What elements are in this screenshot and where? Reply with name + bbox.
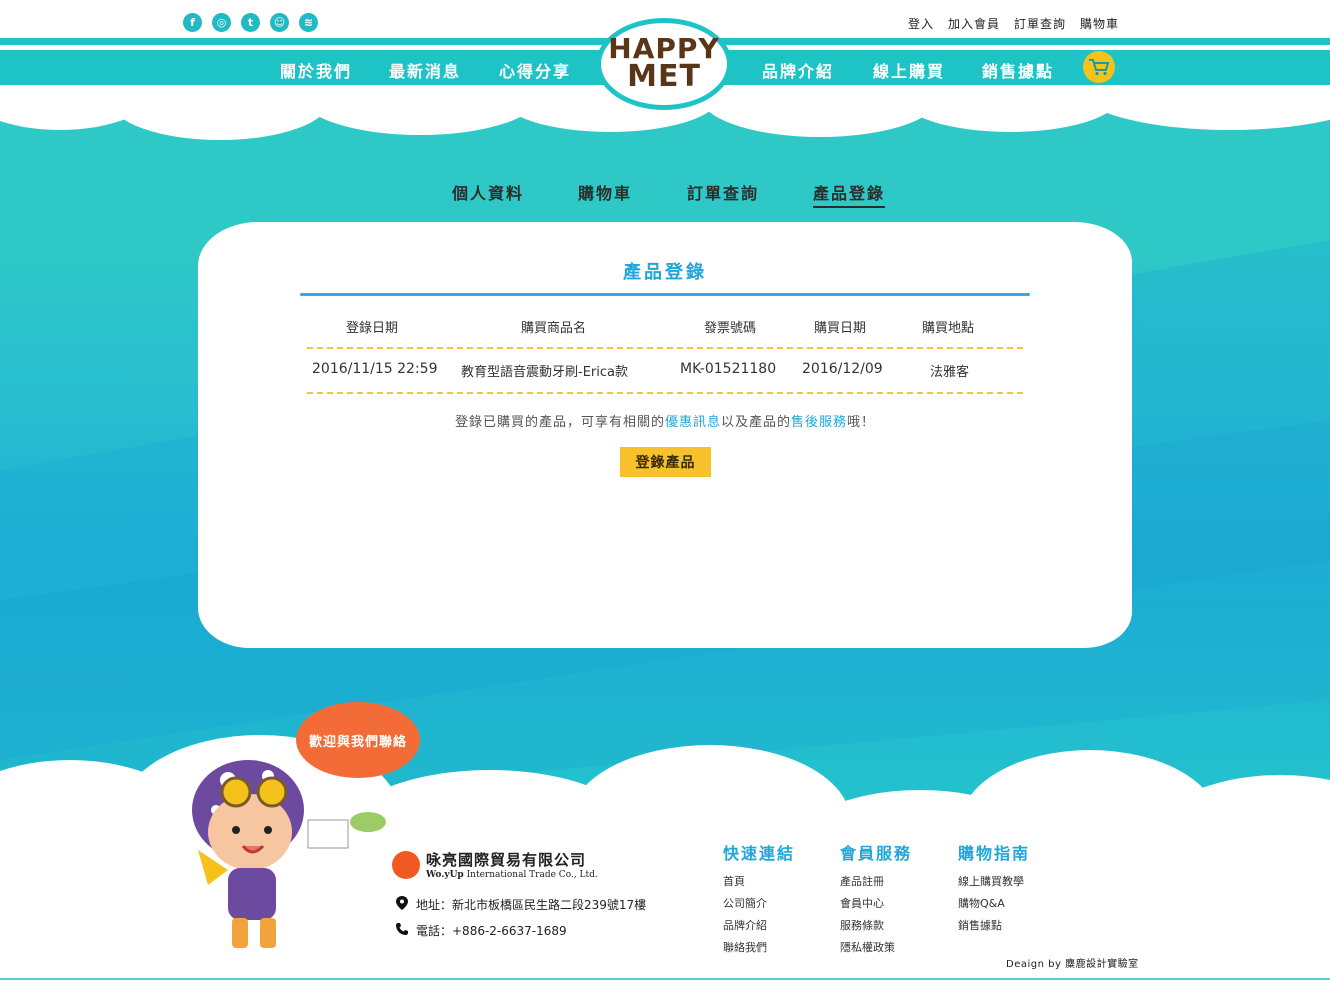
footer-member-title: 會員服務: [840, 844, 913, 863]
phone-text: 電話：+886-2-6637-1689: [416, 924, 567, 938]
cell-purchase-date: 2016/12/09: [802, 361, 883, 377]
footer-link-privacy[interactable]: 隱私權政策: [840, 939, 895, 955]
tab-cart[interactable]: 購物車: [578, 180, 632, 204]
facebook-icon[interactable]: f: [183, 13, 202, 32]
cart-link[interactable]: 購物車: [1080, 15, 1119, 32]
shopping-cart-icon[interactable]: [1083, 51, 1115, 83]
nav-about[interactable]: 關於我們: [280, 58, 352, 82]
cell-register-date: 2016/11/15 22:59: [312, 361, 438, 377]
table-divider-top: [307, 347, 1023, 349]
offers-link[interactable]: 優惠訊息: [665, 415, 721, 430]
note-text-1: 登錄已購買的產品，可享有相關的: [454, 415, 665, 430]
footer-shopping-guide-title: 購物指南: [958, 844, 1031, 863]
footer-link-faq[interactable]: 購物Q&A: [958, 895, 1005, 911]
footer-link-buy-tutorial[interactable]: 線上購買教學: [958, 873, 1024, 889]
registration-note: 登錄已購買的產品，可享有相關的優惠訊息以及產品的售後服務哦！: [0, 411, 1330, 430]
company-logo: 咏亮國際貿易有限公司 Wo.yUp International Trade Co…: [392, 849, 598, 880]
logo-text-bottom: MET: [627, 59, 701, 95]
footer-quick-links-title: 快速連結: [723, 844, 796, 863]
footer-link-member-center[interactable]: 會員中心: [840, 895, 884, 911]
footer-link-home[interactable]: 首頁: [723, 873, 745, 889]
contact-bubble[interactable]: 歡迎與我們聯絡: [296, 702, 420, 778]
after-sales-link[interactable]: 售後服務: [791, 415, 847, 430]
location-pin-icon: [396, 896, 408, 913]
cell-product-name: 教育型語音震動牙刷-Erica款: [461, 365, 628, 380]
happymet-logo[interactable]: HAPPY MET: [596, 18, 732, 110]
top-links: 登入 加入會員 訂單查詢 購物車: [908, 15, 1119, 32]
note-text-2: 以及產品的: [720, 415, 791, 430]
tab-product-registration[interactable]: 產品登錄: [813, 180, 886, 208]
nav-news[interactable]: 最新消息: [389, 58, 461, 82]
spotify-icon[interactable]: ≋: [299, 13, 318, 32]
register-product-button[interactable]: 登錄產品: [620, 447, 711, 477]
snapchat-icon[interactable]: ☺: [270, 13, 289, 32]
footer-link-brand[interactable]: 品牌介紹: [723, 917, 767, 933]
title-underline: [300, 293, 1030, 296]
col-purchase-date: 購買日期: [814, 321, 867, 336]
footer-link-contact[interactable]: 聯絡我們: [723, 939, 767, 955]
col-register-date: 登錄日期: [346, 321, 399, 336]
address-text: 地址：新北市板橋區民生路二段239號17樓: [416, 898, 647, 912]
company-logo-icon: [392, 850, 420, 879]
table-divider-bottom: [307, 392, 1023, 394]
footer-link-company[interactable]: 公司簡介: [723, 895, 767, 911]
mascot-illustration: [192, 760, 386, 948]
nav-sharing[interactable]: 心得分享: [499, 58, 571, 82]
social-links: f ◎ t ☺ ≋: [183, 13, 318, 32]
twitter-icon[interactable]: t: [241, 13, 260, 32]
phone: 電話：+886-2-6637-1689: [396, 922, 567, 939]
order-query-link[interactable]: 訂單查詢: [1014, 15, 1066, 32]
tab-profile[interactable]: 個人資料: [452, 180, 524, 204]
nav-brand[interactable]: 品牌介紹: [762, 58, 834, 82]
note-text-3: 哦！: [847, 415, 876, 430]
footer-link-product-register[interactable]: 產品註冊: [840, 873, 884, 889]
nav-buy-online[interactable]: 線上購買: [873, 58, 945, 82]
login-link[interactable]: 登入: [908, 15, 934, 32]
footer-bottom-line: [0, 978, 1330, 980]
instagram-icon[interactable]: ◎: [212, 13, 231, 32]
footer-link-terms[interactable]: 服務條款: [840, 917, 884, 933]
col-product-name: 購買商品名: [521, 321, 587, 336]
panel-title: 產品登錄: [623, 262, 707, 283]
content-panel: [198, 222, 1132, 648]
company-name-en: Wo.yUp International Trade Co., Ltd.: [426, 870, 598, 880]
footer-link-stores[interactable]: 銷售據點: [958, 917, 1002, 933]
join-member-link[interactable]: 加入會員: [948, 15, 1000, 32]
col-invoice-number: 發票號碼: [704, 321, 757, 336]
design-credit: Deaign by 麋鹿設計實驗室: [1006, 959, 1139, 970]
cell-invoice-number: MK-01521180: [680, 361, 777, 377]
phone-icon: [396, 923, 408, 938]
address: 地址：新北市板橋區民生路二段239號17樓: [396, 896, 646, 913]
company-name: 咏亮國際貿易有限公司: [426, 851, 587, 869]
col-purchase-place: 購買地點: [922, 321, 975, 336]
tab-order-query[interactable]: 訂單查詢: [687, 180, 759, 204]
cell-purchase-place: 法雅客: [930, 365, 970, 380]
nav-stores[interactable]: 銷售據點: [982, 58, 1054, 82]
